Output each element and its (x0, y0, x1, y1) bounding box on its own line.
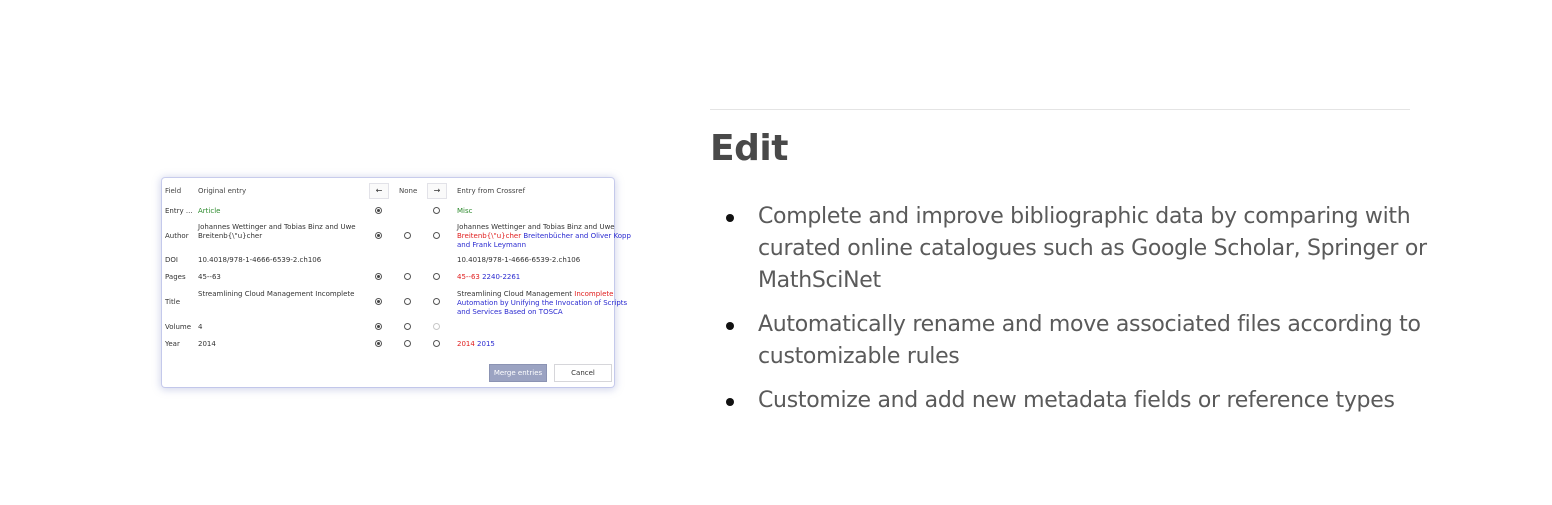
radio-none-title[interactable] (404, 298, 411, 305)
radio-left-year[interactable] (375, 340, 382, 347)
added-text: Breitenbücher and Oliver Kopp (521, 232, 631, 240)
unchanged-text: Streamlining Cloud Management (457, 290, 575, 298)
radio-right-pages[interactable] (433, 273, 440, 280)
field-author: Author (165, 232, 189, 240)
crossref-pages: 45--63 2240-2261 (457, 273, 520, 281)
field-year: Year (165, 340, 180, 348)
crossref-title-line3: and Services Based on TOSCA (457, 308, 563, 316)
removed-text: 45--63 (457, 273, 480, 281)
bullet-icon (726, 214, 734, 222)
header-entry-from-crossref: Entry from Crossref (457, 187, 526, 195)
radio-none-author[interactable] (404, 232, 411, 239)
crossref-title-line1: Streamlining Cloud Management Incomplete (457, 290, 613, 298)
radio-right-title[interactable] (433, 298, 440, 305)
added-text: 2240-2261 (479, 273, 521, 281)
header-field: Field (165, 187, 182, 195)
original-doi: 10.4018/978-1-4666-6539-2.ch106 (198, 256, 322, 264)
crossref-doi: 10.4018/978-1-4666-6539-2.ch106 (457, 256, 581, 264)
feature-item: Complete and improve bibliographic data … (710, 201, 1430, 297)
radio-left-entry-type[interactable] (375, 207, 382, 214)
feature-item: Customize and add new metadata fields or… (710, 385, 1430, 417)
radio-none-pages[interactable] (404, 273, 411, 280)
merge-entries-button[interactable]: Merge entries (489, 364, 547, 382)
radio-right-entry-type[interactable] (433, 207, 440, 214)
bullet-icon (726, 322, 734, 330)
crossref-author-line3: and Frank Leymann (457, 241, 527, 249)
radio-left-volume[interactable] (375, 323, 382, 330)
radio-none-volume[interactable] (404, 323, 411, 330)
feature-text: Automatically rename and move associated… (758, 312, 1421, 369)
crossref-year: 2014 2015 (457, 340, 495, 348)
arrow-right-icon: → (433, 186, 441, 195)
radio-left-title[interactable] (375, 298, 382, 305)
header-original-entry: Original entry (198, 187, 247, 195)
original-entry-type: Article (198, 207, 221, 215)
take-all-left-button[interactable]: ← (369, 183, 389, 199)
field-doi: DOI (165, 256, 178, 264)
crossref-author-line1: Johannes Wettinger and Tobias Binz and U… (457, 223, 615, 231)
radio-right-year[interactable] (433, 340, 440, 347)
feature-text: Customize and add new metadata fields or… (758, 388, 1395, 413)
original-author-line2: Breitenb{\"u}cher (198, 232, 263, 240)
radio-left-author[interactable] (375, 232, 382, 239)
original-year: 2014 (198, 340, 216, 348)
crossref-entry-type: Misc (457, 207, 473, 215)
header-none: None (399, 187, 418, 195)
merge-entries-dialog (162, 178, 614, 387)
crossref-author-line2: Breitenb{\"u}cher Breitenbücher and Oliv… (457, 232, 631, 240)
cancel-button[interactable]: Cancel (554, 364, 612, 382)
added-text: 2015 (474, 340, 495, 348)
field-entry-type: Entry ... (165, 207, 193, 215)
original-title: Streamlining Cloud Management Incomplete (198, 290, 355, 298)
feature-item: Automatically rename and move associated… (710, 309, 1430, 373)
bullet-icon (726, 398, 734, 406)
original-author-line1: Johannes Wettinger and Tobias Binz and U… (198, 223, 356, 231)
original-volume: 4 (198, 323, 203, 331)
radio-right-volume-disabled (433, 323, 440, 330)
field-pages: Pages (165, 273, 186, 281)
removed-text: Breitenb{\"u}cher (457, 232, 522, 240)
feature-text: Complete and improve bibliographic data … (758, 204, 1427, 293)
radio-left-pages[interactable] (375, 273, 382, 280)
field-volume: Volume (165, 323, 192, 331)
take-all-right-button[interactable]: → (427, 183, 447, 199)
section-divider (710, 109, 1410, 110)
section-heading: Edit (710, 128, 788, 169)
removed-text: 2014 (457, 340, 475, 348)
removed-text: Incomplete (574, 290, 614, 298)
original-pages: 45--63 (198, 273, 221, 281)
field-title: Title (165, 298, 181, 306)
arrow-left-icon: ← (375, 186, 383, 195)
feature-list: Complete and improve bibliographic data … (710, 201, 1430, 429)
crossref-title-line2: Automation by Unifying the Invocation of… (457, 299, 628, 307)
radio-none-year[interactable] (404, 340, 411, 347)
radio-right-author[interactable] (433, 232, 440, 239)
